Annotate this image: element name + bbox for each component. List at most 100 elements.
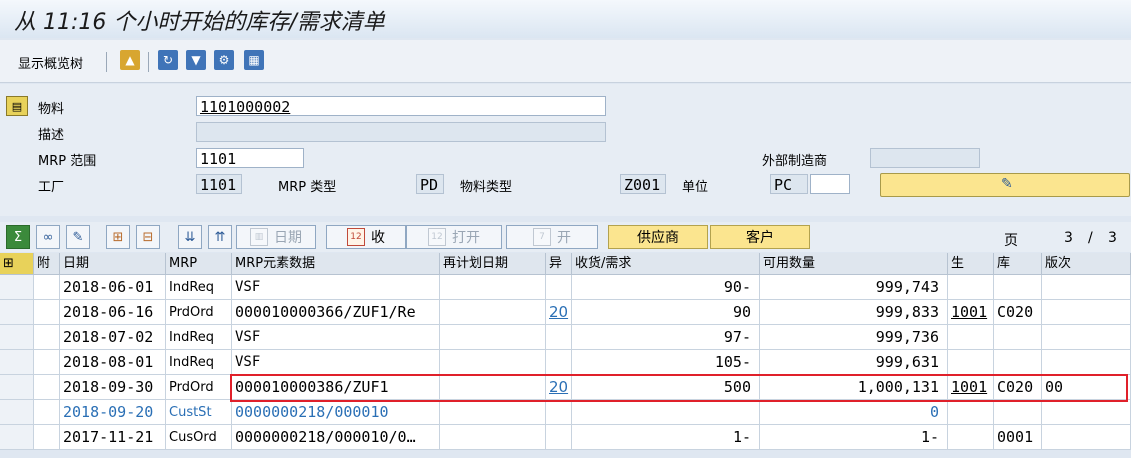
cell-available: 999,631 bbox=[760, 350, 948, 375]
material-field[interactable]: 1101000002 bbox=[196, 96, 606, 116]
page-label: 页 bbox=[1004, 233, 1018, 249]
toolbar-separator bbox=[148, 52, 149, 72]
material-label: 物料 bbox=[38, 102, 65, 117]
column-settings-icon[interactable]: ⊞ bbox=[0, 253, 34, 275]
cell-receipt bbox=[572, 400, 760, 425]
collapse-icon[interactable]: ⇈ bbox=[208, 225, 232, 249]
calendar-icon[interactable]: ▦ bbox=[244, 50, 264, 70]
mrp-area-field[interactable]: 1101 bbox=[196, 148, 304, 168]
column-header-element[interactable]: MRP元素数据 bbox=[232, 253, 440, 275]
cell-mrp: IndReq bbox=[166, 350, 232, 375]
header-edit-button[interactable]: ✎ bbox=[880, 173, 1130, 197]
cell-prod[interactable]: 1001 bbox=[948, 375, 994, 400]
column-header-prod[interactable]: 生 bbox=[948, 253, 994, 275]
cell-mrp: PrdOrd bbox=[166, 375, 232, 400]
cell-reschedule bbox=[440, 400, 546, 425]
open2-button[interactable]: 7开 bbox=[506, 225, 598, 249]
customer-button[interactable]: 客户 bbox=[710, 225, 810, 249]
overview-tree-button[interactable]: 显示概览树 bbox=[18, 53, 83, 72]
cell-exception[interactable]: 20 bbox=[546, 375, 572, 400]
cell-stor: 0001 bbox=[994, 425, 1042, 450]
cell-prod bbox=[948, 425, 994, 450]
cell-receipt: 105- bbox=[572, 350, 760, 375]
cell-mrp: CusOrd bbox=[166, 425, 232, 450]
cell-element: VSF bbox=[232, 275, 440, 300]
cell-element: 000010000386/ZUF1 bbox=[232, 375, 440, 400]
row-attach-cell bbox=[34, 375, 60, 400]
cell-exception[interactable]: 20 bbox=[546, 300, 572, 325]
cell-exception bbox=[546, 325, 572, 350]
row-detail-cell bbox=[0, 375, 34, 400]
cell-receipt: 97- bbox=[572, 325, 760, 350]
receive-button[interactable]: 12 收 bbox=[326, 225, 406, 249]
column-header-reschedule[interactable]: 再计划日期 bbox=[440, 253, 546, 275]
expand-icon[interactable]: ⇊ bbox=[178, 225, 202, 249]
cell-exception bbox=[546, 275, 572, 300]
cell-mrp: PrdOrd bbox=[166, 300, 232, 325]
cell-reschedule bbox=[440, 425, 546, 450]
material-type-label: 物料类型 bbox=[460, 180, 513, 195]
receive-icon: 12 bbox=[347, 228, 365, 246]
hierarchy-down-icon[interactable]: ⊟ bbox=[136, 225, 160, 249]
mrp-area-label: MRP 范围 bbox=[38, 154, 97, 169]
table-row[interactable]: 2018-06-16 PrdOrd 000010000366/ZUF1/Re 20 90… bbox=[0, 300, 1131, 325]
cell-version bbox=[1042, 325, 1131, 350]
row-attach-cell bbox=[34, 275, 60, 300]
cell-receipt: 90- bbox=[572, 275, 760, 300]
table-row[interactable]: 2018-06-01 IndReq VSF 90- 999,743 bbox=[0, 275, 1131, 300]
mountain-icon[interactable]: ▲ bbox=[120, 50, 140, 70]
filter-icon[interactable]: ▼ bbox=[186, 50, 206, 70]
mrp-type-label: MRP 类型 bbox=[278, 180, 337, 195]
sum-icon[interactable]: Σ bbox=[6, 225, 30, 249]
cell-prod bbox=[948, 325, 994, 350]
window-title: 从 11:16 个小时开始的库存/需求清单 bbox=[14, 10, 385, 35]
row-attach-cell bbox=[34, 425, 60, 450]
cell-prod bbox=[948, 275, 994, 300]
cell-prod bbox=[948, 350, 994, 375]
table-row[interactable]: 2018-09-30 PrdOrd 000010000386/ZUF1 20 500 1,… bbox=[0, 375, 1131, 400]
column-header-available[interactable]: 可用数量 bbox=[760, 253, 948, 275]
cell-available: 999,833 bbox=[760, 300, 948, 325]
open-button[interactable]: 12 打开 bbox=[406, 225, 502, 249]
page-sep: / bbox=[1088, 230, 1093, 246]
cell-stor bbox=[994, 350, 1042, 375]
cell-date: 2018-09-20 bbox=[60, 400, 166, 425]
column-header-attach[interactable]: 附 bbox=[34, 253, 60, 275]
column-header-version[interactable]: 版次 bbox=[1042, 253, 1131, 275]
table-row[interactable]: 2018-09-20 CustSt 0000000218/000010 0 bbox=[0, 400, 1131, 425]
cell-date: 2018-06-16 bbox=[60, 300, 166, 325]
settings-icon[interactable]: ⚙ bbox=[214, 50, 234, 70]
glasses-icon[interactable]: ∞ bbox=[36, 225, 60, 249]
cell-version bbox=[1042, 275, 1131, 300]
row-attach-cell bbox=[34, 400, 60, 425]
column-header-mrp[interactable]: MRP bbox=[166, 253, 232, 275]
cell-version bbox=[1042, 350, 1131, 375]
row-attach-cell bbox=[34, 350, 60, 375]
cell-receipt: 90 bbox=[572, 300, 760, 325]
column-header-stor[interactable]: 库 bbox=[994, 253, 1042, 275]
table-row[interactable]: 2018-08-01 IndReq VSF 105- 999,631 bbox=[0, 350, 1131, 375]
cell-prod[interactable]: 1001 bbox=[948, 300, 994, 325]
mrp-type-field: PD bbox=[416, 174, 444, 194]
unit-extra-field[interactable] bbox=[810, 174, 850, 194]
pencil-edit-icon[interactable]: ✎ bbox=[66, 225, 90, 249]
vendor-button[interactable]: 供应商 bbox=[608, 225, 708, 249]
date-button[interactable]: ▥ 日期 bbox=[236, 225, 316, 249]
table-row[interactable]: 2017-11-21 CusOrd 0000000218/000010/0… 1- 1-… bbox=[0, 425, 1131, 450]
cell-element: 000010000366/ZUF1/Re bbox=[232, 300, 440, 325]
hierarchy-up-icon[interactable]: ⊞ bbox=[106, 225, 130, 249]
cell-mrp: IndReq bbox=[166, 275, 232, 300]
column-header-receipt[interactable]: 收货/需求 bbox=[572, 253, 760, 275]
cell-reschedule bbox=[440, 300, 546, 325]
external-mfr-field bbox=[870, 148, 980, 168]
cell-reschedule bbox=[440, 275, 546, 300]
table-row[interactable]: 2018-07-02 IndReq VSF 97- 999,736 bbox=[0, 325, 1131, 350]
header-toggle-icon[interactable]: ▤ bbox=[6, 96, 28, 116]
column-header-date[interactable]: 日期 bbox=[60, 253, 166, 275]
refresh-icon[interactable]: ↻ bbox=[158, 50, 178, 70]
cell-reschedule bbox=[440, 350, 546, 375]
row-detail-cell bbox=[0, 300, 34, 325]
cell-date: 2018-09-30 bbox=[60, 375, 166, 400]
column-header-exception[interactable]: 异 bbox=[546, 253, 572, 275]
row-detail-cell bbox=[0, 325, 34, 350]
